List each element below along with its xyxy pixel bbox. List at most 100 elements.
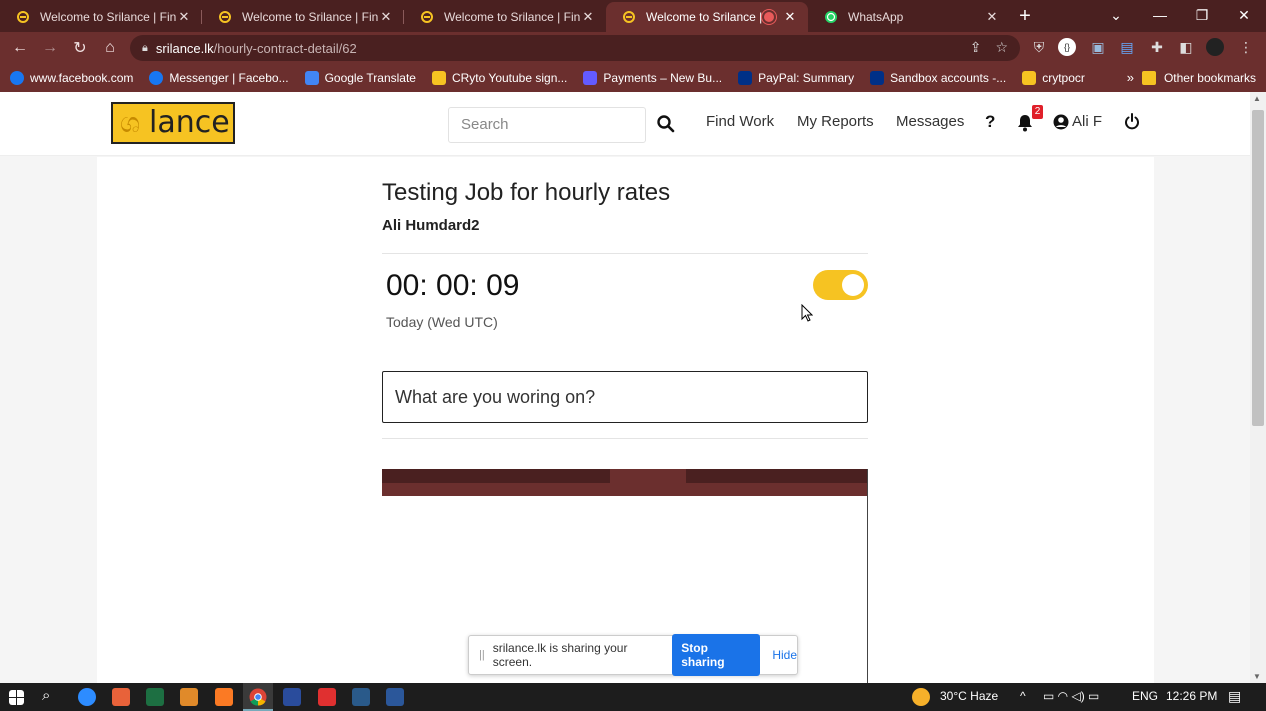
- browser-tab[interactable]: WhatsApp ✕: [808, 2, 1010, 32]
- clock[interactable]: 12:26 PM: [1166, 689, 1217, 703]
- home-icon[interactable]: ⌂: [95, 39, 125, 57]
- srilance-logo[interactable]: ශ lance: [111, 102, 235, 144]
- paypal-icon: [738, 71, 753, 85]
- back-icon[interactable]: ←: [5, 39, 35, 57]
- bookmark-item[interactable]: www.facebook.com: [10, 71, 133, 85]
- tracking-toggle[interactable]: [813, 270, 868, 300]
- url-path: /hourly-contract-detail/62: [213, 40, 357, 56]
- tab-close-icon[interactable]: ✕: [580, 9, 596, 25]
- paypal-icon: [870, 71, 885, 85]
- excel-icon[interactable]: [146, 688, 164, 706]
- forward-icon[interactable]: →: [35, 39, 65, 57]
- language-indicator[interactable]: ENG: [1132, 689, 1158, 703]
- tab-close-icon[interactable]: ✕: [176, 9, 192, 25]
- word-icon[interactable]: [386, 688, 404, 706]
- bookmark-item[interactable]: Messenger | Facebo...: [149, 71, 289, 85]
- bookmark-star-icon[interactable]: ☆: [995, 39, 1008, 56]
- notification-badge: 2: [1032, 105, 1043, 119]
- scrollbar-thumb[interactable]: [1252, 110, 1264, 426]
- preview-tab: [458, 469, 534, 483]
- tab-title: Welcome to Srilance | Fi: [646, 10, 764, 24]
- xampp-icon[interactable]: [215, 688, 233, 706]
- bookmark-item[interactable]: Google Translate: [304, 71, 416, 85]
- browser-tab[interactable]: Welcome to Srilance | Find D ✕: [0, 2, 202, 32]
- nav-find-work[interactable]: Find Work: [706, 113, 774, 130]
- weather-text[interactable]: 30°C Haze: [940, 689, 998, 703]
- search-input[interactable]: Search: [448, 107, 646, 143]
- power-icon[interactable]: [1124, 113, 1140, 130]
- task-description-input[interactable]: What are you woring on?: [382, 371, 868, 423]
- hide-button[interactable]: Hide: [772, 648, 797, 662]
- tray-chevron-icon[interactable]: ^: [1020, 689, 1026, 703]
- bookmark-item[interactable]: Sandbox accounts -...: [870, 71, 1006, 85]
- browser-tab-active[interactable]: Welcome to Srilance | Fi ✕: [606, 2, 808, 32]
- tab-search-icon[interactable]: ⌄: [1094, 0, 1138, 32]
- bookmark-item[interactable]: PayPal: Summary: [738, 71, 854, 85]
- scroll-down-icon[interactable]: ▼: [1253, 672, 1261, 681]
- toggle-knob: [842, 274, 864, 296]
- side-panel-icon[interactable]: ◧: [1177, 38, 1195, 56]
- nav-messages[interactable]: Messages: [896, 113, 964, 130]
- share-icon[interactable]: ⇪: [970, 39, 982, 56]
- page-scrollbar[interactable]: ▲ ▼: [1250, 92, 1266, 683]
- new-tab-button[interactable]: +: [1010, 2, 1040, 32]
- client-name[interactable]: Ali Humdard2: [382, 217, 480, 234]
- zoom-icon[interactable]: [78, 688, 96, 706]
- extension-shield-icon[interactable]: ⛨: [1030, 38, 1048, 56]
- nav-my-reports[interactable]: My Reports: [797, 113, 874, 130]
- windows-start-icon[interactable]: [9, 690, 24, 705]
- reload-icon[interactable]: ↻: [65, 38, 95, 58]
- tab-close-icon[interactable]: ✕: [782, 9, 798, 25]
- recording-indicator-icon: [764, 12, 774, 22]
- other-bookmarks[interactable]: Other bookmarks: [1141, 64, 1256, 92]
- drag-handle-icon[interactable]: ||: [479, 649, 485, 661]
- scroll-up-icon[interactable]: ▲: [1253, 94, 1261, 103]
- help-icon[interactable]: ?: [985, 112, 995, 132]
- notifications-icon[interactable]: ▤: [1228, 688, 1241, 705]
- browser-menu-icon[interactable]: ⋮: [1237, 38, 1255, 56]
- tab-close-icon[interactable]: ✕: [378, 9, 394, 25]
- share-message: srilance.lk is sharing your screen.: [492, 641, 628, 669]
- browser-tab[interactable]: Welcome to Srilance | Find D ✕: [202, 2, 404, 32]
- tray-icons[interactable]: ▭ ◠ ◁) ▭: [1043, 689, 1099, 703]
- bookmark-item[interactable]: crytpocr: [1022, 71, 1085, 85]
- extensions-puzzle-icon[interactable]: ✚: [1148, 38, 1166, 56]
- sublime-icon[interactable]: [180, 688, 198, 706]
- nav-user-name[interactable]: Ali F: [1072, 113, 1102, 130]
- mouse-cursor-icon: [801, 304, 813, 322]
- job-title: Testing Job for hourly rates: [382, 179, 671, 206]
- profile-avatar[interactable]: [1206, 38, 1224, 56]
- stop-sharing-button[interactable]: Stop sharing: [672, 634, 761, 676]
- bookmark-label: crytpocr: [1042, 71, 1085, 85]
- srilance-favicon-icon: [421, 11, 433, 23]
- stripe-icon: [583, 71, 598, 85]
- bookmark-item[interactable]: CRyto Youtube sign...: [431, 71, 567, 85]
- bookmark-label: Sandbox accounts -...: [890, 71, 1007, 85]
- tab-title: Welcome to Srilance | Find D: [444, 10, 580, 24]
- bookmark-item[interactable]: Payments – New Bu...: [583, 71, 722, 85]
- tab-close-icon[interactable]: ✕: [984, 9, 1000, 25]
- search-icon[interactable]: ⌕: [42, 687, 60, 705]
- timer-day-label: Today (Wed UTC): [386, 314, 498, 330]
- search-icon[interactable]: [656, 114, 676, 134]
- app-icon[interactable]: [112, 688, 130, 706]
- address-bar[interactable]: 🔒︎ srilance.lk/hourly-contract-detail/62…: [130, 35, 1020, 61]
- restore-icon[interactable]: ❐: [1180, 0, 1224, 32]
- close-window-icon[interactable]: ✕: [1222, 0, 1266, 32]
- bookmarks-overflow-button[interactable]: »: [1127, 64, 1134, 92]
- weather-icon: [912, 688, 930, 706]
- timer-display: 00: 00: 09: [386, 269, 520, 302]
- facebook-icon: [10, 71, 24, 85]
- app-icon[interactable]: [352, 688, 370, 706]
- app-icon[interactable]: [283, 688, 301, 706]
- browser-tab[interactable]: Welcome to Srilance | Find D ✕: [404, 2, 606, 32]
- extension-camera-icon[interactable]: ▣: [1089, 38, 1107, 56]
- bell-icon[interactable]: [1017, 114, 1033, 132]
- chrome-icon[interactable]: [249, 688, 267, 706]
- minimize-icon[interactable]: —: [1138, 0, 1182, 32]
- site-header: ශ lance Search Find Work My Reports Mess…: [0, 92, 1250, 156]
- extension-doc-icon[interactable]: ▤: [1118, 38, 1136, 56]
- tab-title: WhatsApp: [848, 10, 904, 24]
- recorder-icon[interactable]: [318, 688, 336, 706]
- extension-json-icon[interactable]: {}: [1058, 38, 1076, 56]
